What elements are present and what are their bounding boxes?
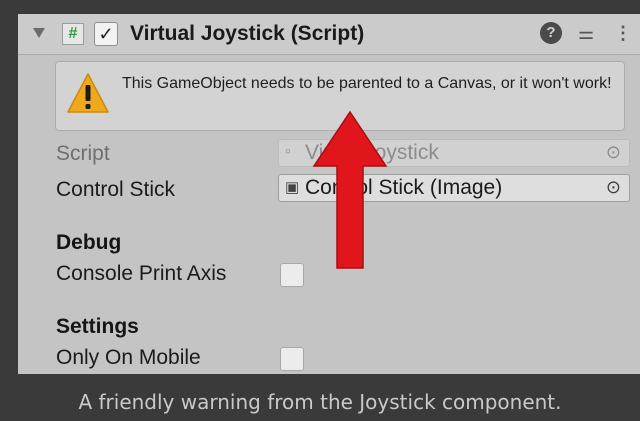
- only-on-mobile-label: Only On Mobile: [56, 346, 201, 369]
- debug-section-header: Debug: [56, 231, 122, 254]
- control-stick-label: Control Stick: [56, 178, 176, 201]
- component-title: Virtual Joystick (Script): [130, 22, 365, 45]
- component-header: # ✓ Virtual Joystick (Script) ? ⚌ ⋮: [18, 14, 640, 55]
- warning-triangle-icon: [67, 73, 109, 113]
- image-caption: A friendly warning from the Joystick com…: [78, 390, 562, 414]
- script-asset-icon: ▫: [285, 143, 291, 160]
- context-menu-icon[interactable]: ⋮: [614, 23, 632, 44]
- settings-section-header: Settings: [56, 315, 139, 338]
- object-picker-icon: ⊙: [605, 142, 621, 162]
- help-icon[interactable]: ?: [540, 22, 562, 44]
- foldout-arrow-icon[interactable]: [33, 28, 45, 38]
- console-print-axis-label: Console Print Axis: [56, 262, 227, 285]
- component-enabled-checkbox[interactable]: ✓: [94, 22, 118, 46]
- script-field-label: Script: [56, 142, 110, 165]
- red-arrow-annotation: [312, 110, 388, 269]
- warning-message: This GameObject needs to be parented to …: [122, 75, 612, 92]
- presets-icon[interactable]: ⚌: [578, 23, 594, 44]
- image-icon: ▣: [285, 179, 300, 196]
- script-icon: #: [62, 23, 84, 45]
- object-picker-icon[interactable]: ⊙: [606, 177, 621, 198]
- only-on-mobile-checkbox[interactable]: [280, 347, 304, 371]
